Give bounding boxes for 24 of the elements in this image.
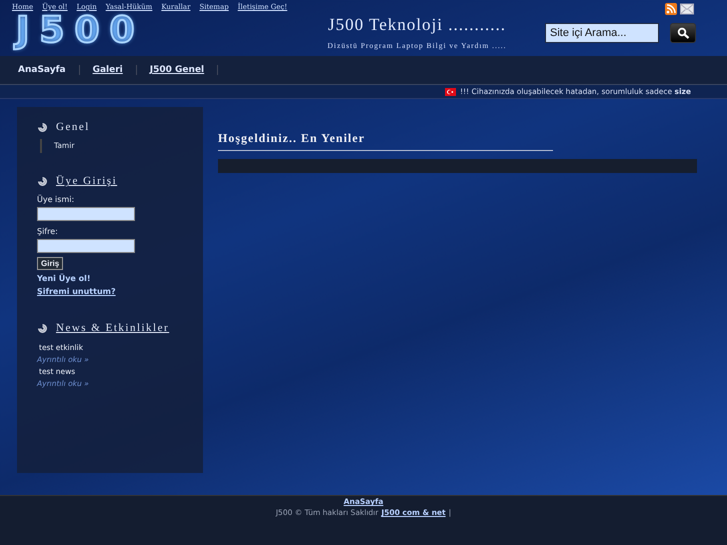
- nav-tab[interactable]: J500 Genel: [136, 65, 218, 76]
- mail-icon[interactable]: [680, 3, 694, 15]
- block-title[interactable]: Üye Girişi: [56, 175, 118, 188]
- register-link[interactable]: Yeni Üye ol!: [37, 274, 203, 284]
- block-title[interactable]: News & Etkinlikler: [56, 322, 170, 334]
- search-button[interactable]: [670, 23, 696, 43]
- nav-tab[interactable]: Galeri: [80, 65, 137, 76]
- password-field[interactable]: [37, 239, 135, 254]
- flag-icon: [445, 88, 456, 96]
- search-field[interactable]: Site içi Arama...: [545, 23, 659, 43]
- password-label: Şifre:: [37, 227, 59, 236]
- swirl-icon: [37, 122, 48, 133]
- login-button[interactable]: Giriş: [37, 257, 64, 270]
- username-field[interactable]: [37, 207, 135, 222]
- site-title: J500 Teknoloji ...........: [328, 15, 506, 35]
- nav-tab[interactable]: AnaSayfa: [5, 65, 80, 76]
- swirl-icon: [37, 322, 48, 334]
- section-heading: Hoşgeldiniz.. En Yeniler: [218, 131, 553, 152]
- block-title: Genel: [56, 121, 90, 134]
- rss-icon[interactable]: [665, 3, 677, 15]
- swirl-icon: [37, 176, 48, 187]
- username-label: Üye ismi:: [37, 195, 76, 204]
- forgot-password-link[interactable]: Şifremi unuttum?: [37, 287, 203, 296]
- search-icon: [676, 27, 690, 39]
